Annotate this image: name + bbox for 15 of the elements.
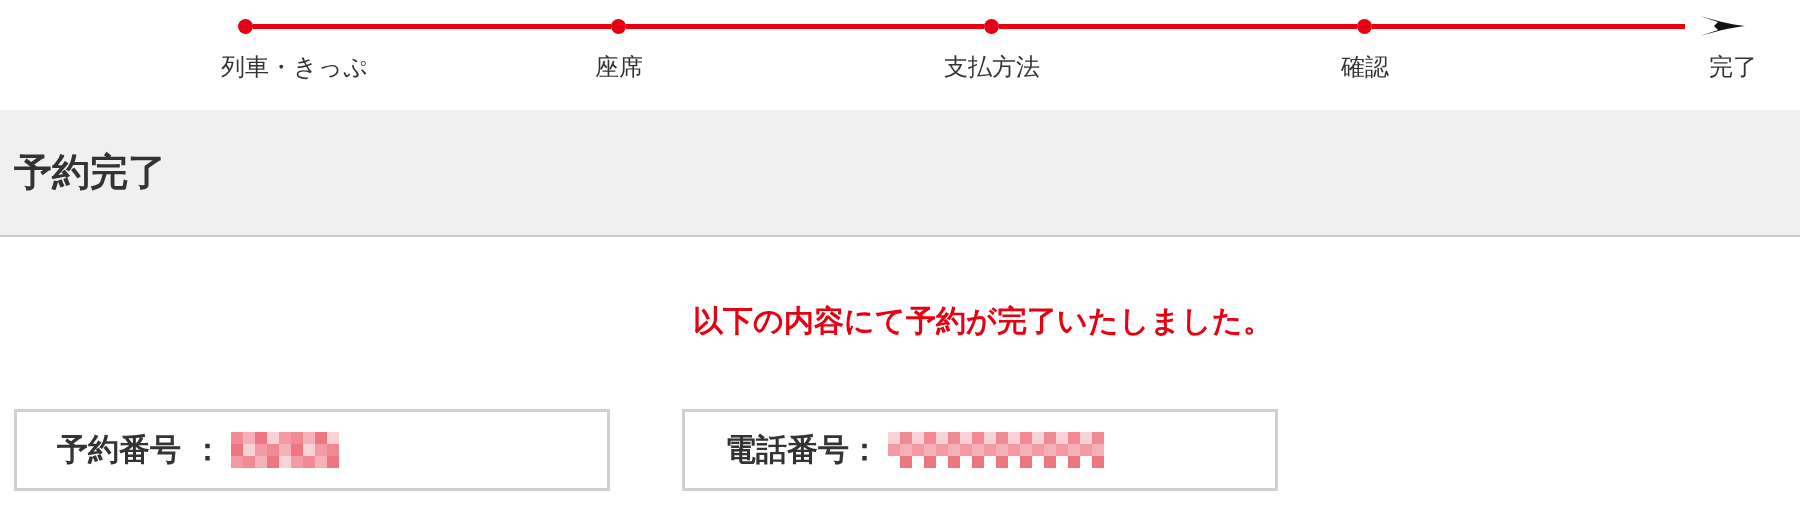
- step-label: 支払方法: [943, 52, 1040, 82]
- step-dot: [1357, 18, 1372, 34]
- step-label: 座席: [594, 52, 643, 82]
- pixelated-value-icon: [230, 432, 339, 468]
- step-dot: [984, 18, 999, 34]
- step-label: 列車・きっぷ: [221, 52, 368, 82]
- completion-message: 以下の内容にて予約が完了いたしました。: [693, 303, 1273, 339]
- page-title: 予約完了: [14, 149, 166, 196]
- step-label: 完了: [1709, 52, 1757, 82]
- pixelated-value-icon: [888, 432, 1104, 468]
- step-dot: [611, 18, 626, 34]
- info-label: 電話番号：: [725, 430, 880, 469]
- step-dot: [238, 18, 253, 34]
- step-label: 確認: [1340, 52, 1389, 82]
- info-label: 予約番号 ：: [57, 430, 223, 469]
